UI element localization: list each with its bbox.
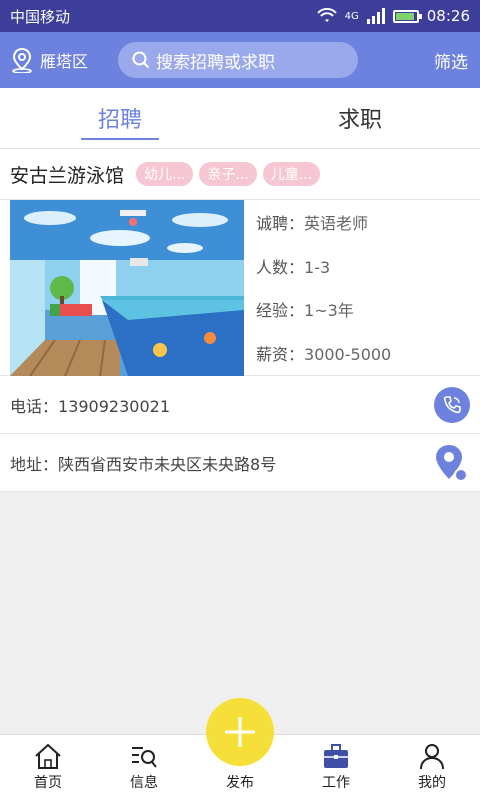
job-listing-card[interactable]: 安古兰游泳馆 幼儿... 亲子... 儿童... 诚聘：英语老师 人数：1-3 …: [0, 148, 480, 492]
filter-button[interactable]: 筛选: [434, 48, 480, 73]
salary-row: 薪资：3000-5000: [256, 345, 392, 365]
search-placeholder: 搜索招聘或求职: [156, 52, 275, 73]
location-selector[interactable]: 雁塔区: [0, 47, 118, 73]
listing-body: 诚聘：英语老师 人数：1-3 经验：1~3年 薪资：3000-5000: [0, 200, 480, 376]
position-row: 诚聘：英语老师: [256, 213, 369, 233]
briefcase-icon: [324, 744, 348, 768]
status-bar: 中国移动 4G 08:26: [0, 0, 480, 32]
location-label: 雁塔区: [40, 52, 89, 71]
top-header: 雁塔区 搜索招聘或求职 筛选: [0, 32, 480, 88]
plus-icon: [225, 717, 255, 747]
tab-bar: 招聘 求职: [0, 88, 480, 148]
phone-icon: [443, 395, 461, 413]
call-button[interactable]: [434, 386, 470, 423]
nav-info[interactable]: 信息: [96, 735, 192, 800]
address-text: 地址：陕西省西安市未央区未央路8号: [10, 454, 277, 474]
address-row: 地址：陕西省西安市未央区未央路8号: [0, 434, 480, 492]
listing-details: 诚聘：英语老师 人数：1-3 经验：1~3年 薪资：3000-5000: [244, 200, 391, 375]
phone-text: 电话：13909230021: [10, 396, 170, 416]
experience-row: 经验：1~3年: [256, 301, 354, 321]
map-pin-icon[interactable]: [432, 443, 470, 483]
home-icon: [35, 743, 61, 769]
search-list-icon: [132, 747, 157, 768]
category-tag: 儿童...: [262, 162, 321, 186]
pool-photo: [10, 200, 244, 376]
tab-recruit[interactable]: 招聘: [0, 88, 240, 148]
signal-icon: [366, 8, 385, 24]
category-tag: 幼儿...: [136, 162, 194, 186]
tab-job-seeking[interactable]: 求职: [240, 88, 480, 148]
network-label: 4G: [344, 10, 359, 22]
nav-mine[interactable]: 我的: [384, 735, 480, 800]
listing-header: 安古兰游泳馆 幼儿... 亲子... 儿童...: [0, 148, 480, 200]
publish-fab-button[interactable]: [206, 698, 274, 766]
location-pin-icon: [12, 47, 32, 73]
clock-label: 08:26: [426, 7, 470, 25]
battery-icon: [392, 9, 422, 23]
headcount-row: 人数：1-3: [256, 257, 331, 277]
search-input[interactable]: 搜索招聘或求职: [118, 42, 358, 78]
carrier-label: 中国移动: [10, 7, 71, 26]
business-name: 安古兰游泳馆: [10, 164, 125, 187]
wifi-icon: [316, 8, 337, 22]
user-icon: [420, 744, 444, 770]
search-icon: [132, 51, 150, 69]
status-icons: 4G 08:26: [316, 7, 470, 25]
nav-work[interactable]: 工作: [288, 735, 384, 800]
phone-row: 电话：13909230021: [0, 376, 480, 434]
nav-home[interactable]: 首页: [0, 735, 96, 800]
category-tag: 亲子...: [199, 162, 257, 186]
